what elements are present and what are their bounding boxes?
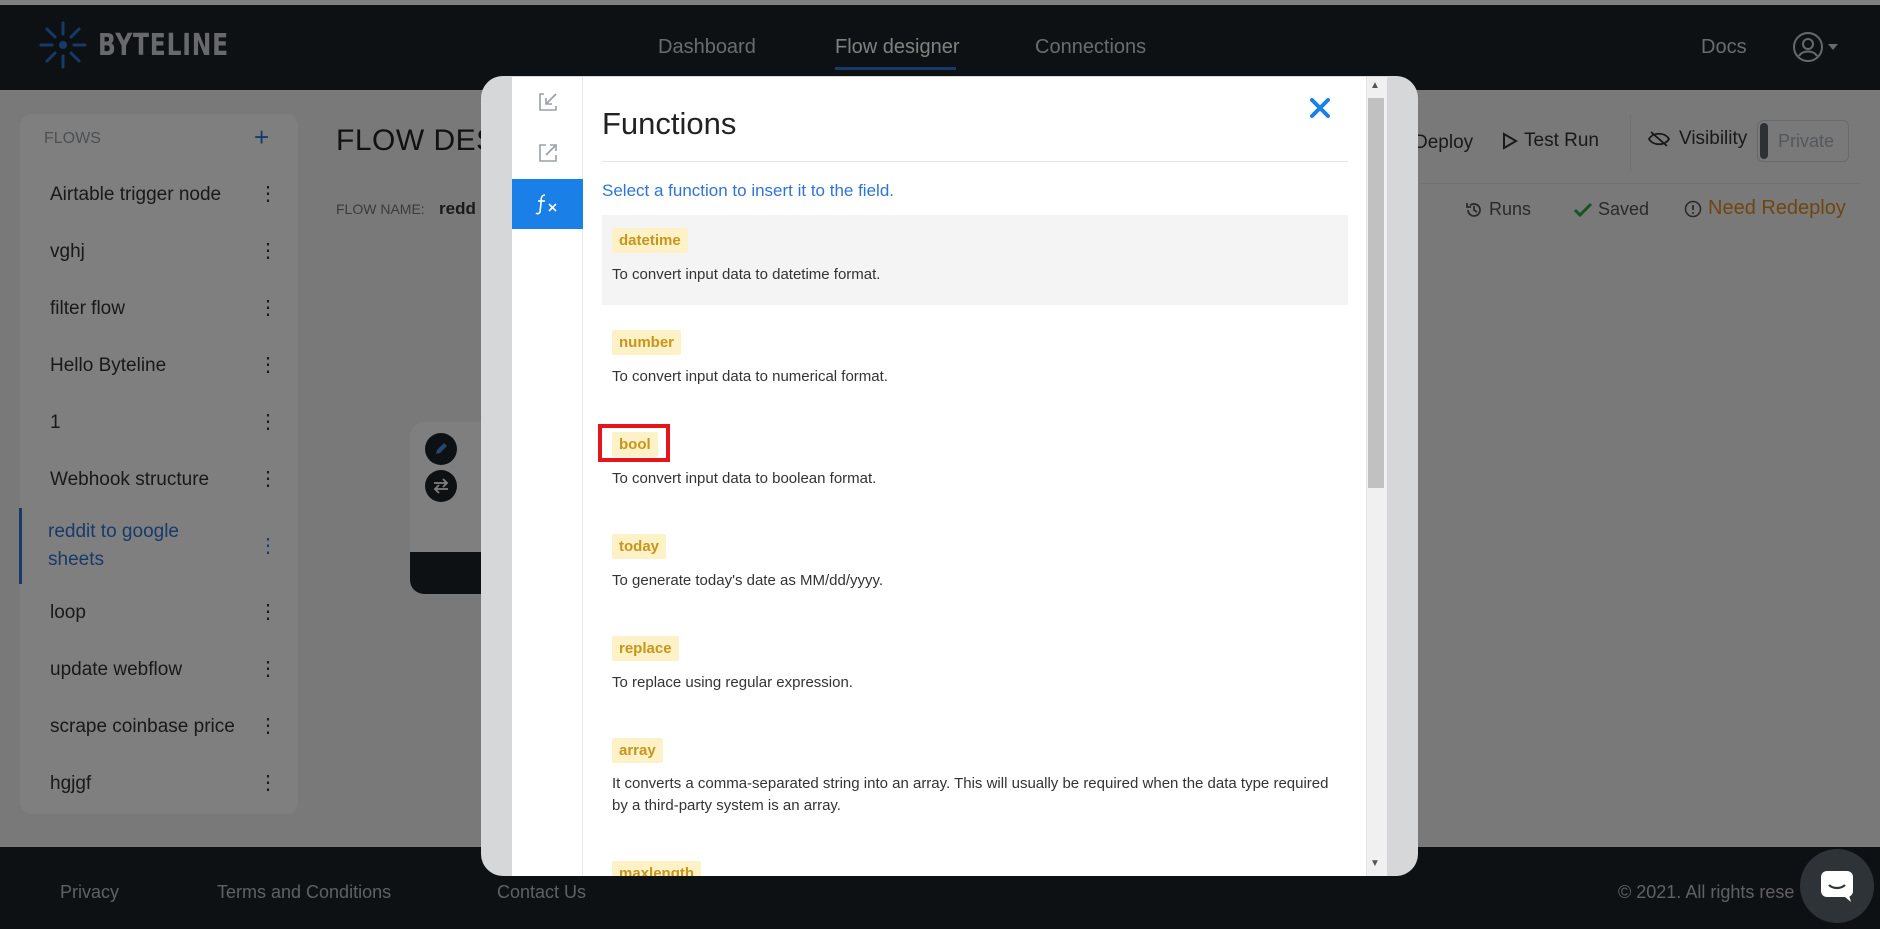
function-description: To generate today's date as MM/dd/yyyy. bbox=[612, 572, 884, 589]
function-tag: datetime bbox=[612, 228, 688, 253]
highlight-box bbox=[598, 424, 670, 462]
insert-input-tab[interactable] bbox=[512, 77, 583, 127]
functions-hint: Select a function to insert it to the fi… bbox=[602, 181, 894, 200]
function-item-number[interactable]: number To convert input data to numerica… bbox=[602, 317, 1348, 407]
function-item-maxlength[interactable]: maxlength bbox=[602, 848, 1348, 876]
function-description: To replace using regular expression. bbox=[612, 674, 853, 691]
function-item-replace[interactable]: replace To replace using regular express… bbox=[602, 623, 1348, 713]
scroll-down-arrow-icon[interactable]: ▼ bbox=[1370, 858, 1380, 869]
modal-divider bbox=[602, 161, 1348, 162]
functions-tab[interactable] bbox=[512, 179, 583, 229]
chat-launcher-button[interactable] bbox=[1800, 849, 1874, 923]
insert-output-tab[interactable] bbox=[512, 128, 583, 178]
function-tag: array bbox=[612, 738, 663, 763]
function-item-datetime[interactable]: datetime To convert input data to dateti… bbox=[602, 215, 1348, 305]
scroll-up-arrow-icon[interactable]: ▲ bbox=[1370, 80, 1380, 91]
function-item-bool[interactable]: bool To convert input data to boolean fo… bbox=[602, 419, 1348, 509]
function-description: To convert input data to boolean format. bbox=[612, 470, 877, 487]
scrollbar-thumb[interactable] bbox=[1368, 98, 1384, 488]
close-modal-button[interactable] bbox=[1306, 94, 1334, 122]
function-description: To convert input data to numerical forma… bbox=[612, 368, 888, 385]
function-tag: today bbox=[612, 534, 667, 559]
function-description: It converts a comma-separated string int… bbox=[612, 775, 1329, 814]
function-tag: maxlength bbox=[612, 861, 702, 876]
modal-title: Functions bbox=[602, 106, 737, 141]
function-tag: number bbox=[612, 330, 682, 355]
chat-icon bbox=[1821, 871, 1853, 902]
function-fx-icon bbox=[534, 194, 557, 215]
function-tag: replace bbox=[612, 636, 679, 661]
function-description: To convert input data to datetime format… bbox=[612, 266, 881, 283]
export-icon bbox=[538, 144, 557, 162]
function-item-today[interactable]: today To generate today's date as MM/dd/… bbox=[602, 521, 1348, 611]
import-icon bbox=[538, 93, 557, 111]
close-icon bbox=[1310, 98, 1330, 118]
function-item-array[interactable]: array It converts a comma-separated stri… bbox=[602, 725, 1348, 829]
